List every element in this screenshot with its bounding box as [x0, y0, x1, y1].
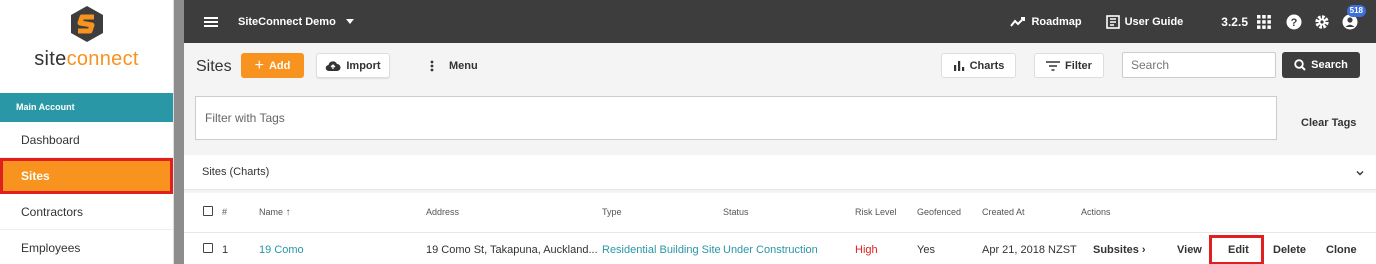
help-icon[interactable]: ?	[1286, 14, 1302, 30]
menu-label: Menu	[449, 59, 478, 72]
sidebar-item-sites[interactable]: Sites	[0, 158, 173, 194]
project-name: SiteConnect Demo	[238, 15, 336, 28]
import-label: Import	[346, 59, 381, 72]
search-button[interactable]: Search	[1282, 52, 1360, 78]
site-type: Residential Building Site	[602, 244, 721, 256]
plus-icon: +	[254, 56, 264, 74]
search-label: Search	[1311, 59, 1348, 71]
page-title: Sites	[196, 58, 232, 75]
chevron-down-icon	[1356, 171, 1364, 176]
user-guide-label: User Guide	[1124, 15, 1184, 28]
clear-tags-button[interactable]: Clear Tags	[1301, 117, 1356, 129]
chevron-right-icon: ›	[1141, 244, 1146, 256]
bar-chart-icon	[953, 60, 964, 71]
sort-ascending-icon: ↑	[285, 207, 291, 218]
column-header-address: Address	[426, 207, 460, 217]
menu-button[interactable]: Menu	[430, 53, 480, 78]
grid-icon[interactable]	[1256, 14, 1272, 30]
delete-button[interactable]: Delete	[1273, 244, 1306, 256]
table-header: # Name ↑ Address Type Status Risk Level …	[184, 193, 1376, 233]
sidebar-item-employees[interactable]: Employees	[0, 230, 173, 264]
filter-button[interactable]: Filter	[1034, 53, 1104, 78]
subsites-label: Subsites	[1093, 244, 1139, 256]
svg-text:?: ?	[1291, 17, 1298, 29]
row-checkbox[interactable]	[203, 243, 213, 253]
import-button[interactable]: Import	[316, 53, 390, 78]
charts-button[interactable]: Charts	[941, 53, 1016, 78]
version-label: 3.2.5	[1221, 14, 1248, 29]
column-header-actions: Actions	[1081, 207, 1111, 217]
logo-text-site: site	[34, 48, 67, 70]
more-vertical-icon	[430, 60, 434, 71]
add-label: Add	[268, 59, 291, 72]
main-content: Sites + Add Import Menu Charts Filter Se…	[184, 43, 1376, 264]
charts-panel-label: Sites (Charts)	[202, 166, 270, 178]
siteconnect-logo-icon	[70, 6, 103, 42]
user-guide-link[interactable]: User Guide	[1105, 14, 1184, 29]
tags-filter-input[interactable]	[195, 96, 1277, 140]
cloud-upload-icon	[326, 60, 341, 71]
charts-label: Charts	[969, 59, 1005, 72]
subsites-button[interactable]: Subsites ›	[1093, 244, 1146, 256]
sidebar-item-dashboard[interactable]: Dashboard	[0, 122, 173, 158]
trend-icon	[1010, 16, 1026, 27]
column-header-status: Status	[723, 207, 749, 217]
book-icon	[1105, 14, 1120, 29]
account-label: Main Account	[0, 93, 173, 122]
project-selector[interactable]: SiteConnect Demo	[238, 16, 354, 28]
user-account-button[interactable]: 518	[1342, 4, 1366, 30]
notification-badge: 518	[1346, 4, 1366, 17]
row-index: 1	[222, 244, 229, 256]
site-risk-level: High	[855, 244, 878, 256]
table-row: 1 19 Como 19 Como St, Takapuna, Auckland…	[184, 233, 1376, 264]
column-header-geofenced: Geofenced	[917, 207, 962, 217]
filter-icon	[1046, 60, 1061, 71]
clone-button[interactable]: Clone	[1326, 244, 1357, 256]
site-address: 19 Como St, Takapuna, Auckland...	[426, 244, 598, 256]
sidebar: siteconnect Main Account Dashboard Sites…	[0, 0, 174, 264]
logo-text-connect: connect	[66, 48, 139, 70]
top-bar: SiteConnect Demo Roadmap User Guide 3.2.…	[184, 0, 1376, 43]
caret-down-icon	[345, 19, 354, 24]
site-status: Under Construction	[723, 244, 818, 256]
search-input[interactable]	[1122, 52, 1276, 78]
charts-panel-header[interactable]: Sites (Charts)	[184, 155, 1376, 190]
select-all-checkbox[interactable]	[203, 206, 213, 216]
logo-text: siteconnect	[34, 48, 138, 71]
add-button[interactable]: + Add	[241, 53, 304, 78]
sidebar-item-contractors[interactable]: Contractors	[0, 194, 173, 230]
edit-highlight	[1209, 235, 1264, 264]
column-header-type: Type	[602, 207, 622, 217]
site-created-at: Apr 21, 2018 NZST	[982, 244, 1077, 256]
roadmap-link[interactable]: Roadmap	[1010, 15, 1082, 28]
column-header-risk-level: Risk Level	[855, 207, 897, 217]
site-name-link[interactable]: 19 Como	[259, 244, 304, 256]
logo[interactable]: siteconnect	[0, 0, 173, 93]
sidebar-scroll-gutter	[174, 0, 184, 264]
column-header-index: #	[222, 207, 228, 217]
roadmap-label: Roadmap	[1031, 15, 1082, 28]
column-header-name-label: Name	[259, 207, 284, 217]
gear-icon[interactable]	[1314, 14, 1330, 30]
search-icon	[1294, 59, 1306, 71]
sites-table: # Name ↑ Address Type Status Risk Level …	[184, 193, 1376, 264]
column-header-name[interactable]: Name ↑	[259, 207, 291, 218]
menu-icon[interactable]	[204, 16, 218, 27]
filter-label: Filter	[1065, 59, 1092, 72]
column-header-created-at: Created At	[982, 207, 1025, 217]
site-geofenced: Yes	[917, 244, 935, 256]
view-button[interactable]: View	[1177, 244, 1202, 256]
